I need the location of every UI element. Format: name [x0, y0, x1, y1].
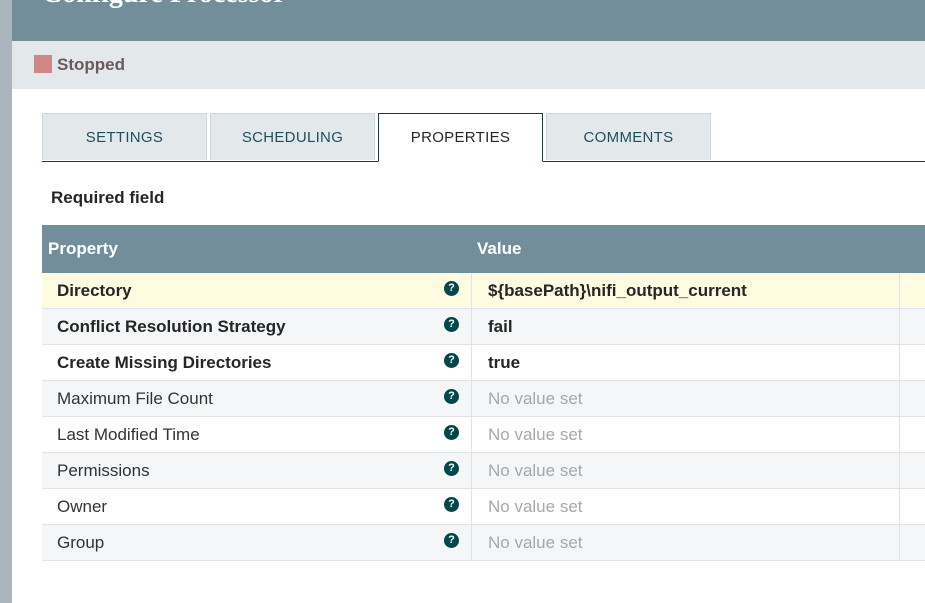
help-icon[interactable]: ?	[444, 281, 459, 296]
column-divider	[899, 345, 900, 380]
properties-table: Property Value Directory? ${basePath}\nif…	[42, 225, 925, 561]
table-row[interactable]: Directory? ${basePath}\nifi_output_curren…	[42, 273, 925, 309]
column-divider	[899, 273, 900, 308]
column-divider	[899, 309, 900, 344]
column-divider	[899, 381, 900, 416]
column-divider	[899, 525, 900, 560]
dialog-header: Configure Processor	[12, 0, 925, 41]
help-icon[interactable]: ?	[444, 425, 459, 440]
column-divider	[471, 489, 472, 524]
column-divider	[471, 381, 472, 416]
column-divider	[471, 309, 472, 344]
property-value[interactable]: ${basePath}\nifi_output_current	[488, 281, 747, 301]
tab-settings[interactable]: SETTINGS	[42, 113, 207, 160]
tab-scheduling[interactable]: SCHEDULING	[210, 113, 375, 160]
property-name: Owner	[57, 497, 108, 516]
property-value[interactable]: No value set	[488, 497, 583, 517]
tab-comments[interactable]: COMMENTS	[546, 113, 711, 160]
column-divider	[471, 273, 472, 308]
property-value[interactable]: No value set	[488, 461, 583, 481]
property-value[interactable]: No value set	[488, 533, 583, 553]
column-divider	[899, 417, 900, 452]
tab-bar: SETTINGS SCHEDULING PROPERTIES COMMENTS	[42, 113, 925, 162]
dialog-title: Configure Processor	[42, 0, 286, 10]
status-label: Stopped	[57, 55, 125, 74]
column-divider	[899, 453, 900, 488]
column-header-value: Value	[477, 239, 522, 258]
property-name: Group	[57, 533, 105, 552]
table-header: Property Value	[42, 225, 925, 273]
property-value[interactable]: No value set	[488, 425, 583, 445]
property-name: Last Modified Time	[57, 425, 200, 444]
help-icon[interactable]: ?	[444, 317, 459, 332]
table-row[interactable]: Maximum File Count? No value set	[42, 381, 925, 417]
table-row[interactable]: Owner? No value set	[42, 489, 925, 525]
column-divider	[471, 453, 472, 488]
table-row[interactable]: Conflict Resolution Strategy? fail	[42, 309, 925, 345]
property-value[interactable]: true	[488, 353, 520, 373]
table-row[interactable]: Create Missing Directories? true	[42, 345, 925, 381]
column-divider	[471, 345, 472, 380]
property-name: Directory	[57, 281, 132, 300]
stopped-icon	[34, 55, 52, 73]
property-name: Maximum File Count	[57, 389, 213, 408]
property-name: Permissions	[57, 461, 150, 480]
table-row[interactable]: Group? No value set	[42, 525, 925, 561]
background-canvas-strip	[0, 0, 12, 603]
property-value[interactable]: No value set	[488, 389, 583, 409]
status-bar: Stopped	[12, 41, 925, 89]
help-icon[interactable]: ?	[444, 461, 459, 476]
help-icon[interactable]: ?	[444, 497, 459, 512]
help-icon[interactable]: ?	[444, 389, 459, 404]
column-header-property: Property	[48, 239, 118, 258]
table-row[interactable]: Last Modified Time? No value set	[42, 417, 925, 453]
help-icon[interactable]: ?	[444, 353, 459, 368]
table-row[interactable]: Permissions? No value set	[42, 453, 925, 489]
required-field-label: Required field	[51, 188, 165, 207]
property-value[interactable]: fail	[488, 317, 513, 337]
column-divider	[471, 417, 472, 452]
column-divider	[471, 525, 472, 560]
tab-properties[interactable]: PROPERTIES	[378, 113, 543, 162]
property-name: Conflict Resolution Strategy	[57, 317, 286, 336]
help-icon[interactable]: ?	[444, 533, 459, 548]
property-name: Create Missing Directories	[57, 353, 272, 372]
column-divider	[899, 489, 900, 524]
